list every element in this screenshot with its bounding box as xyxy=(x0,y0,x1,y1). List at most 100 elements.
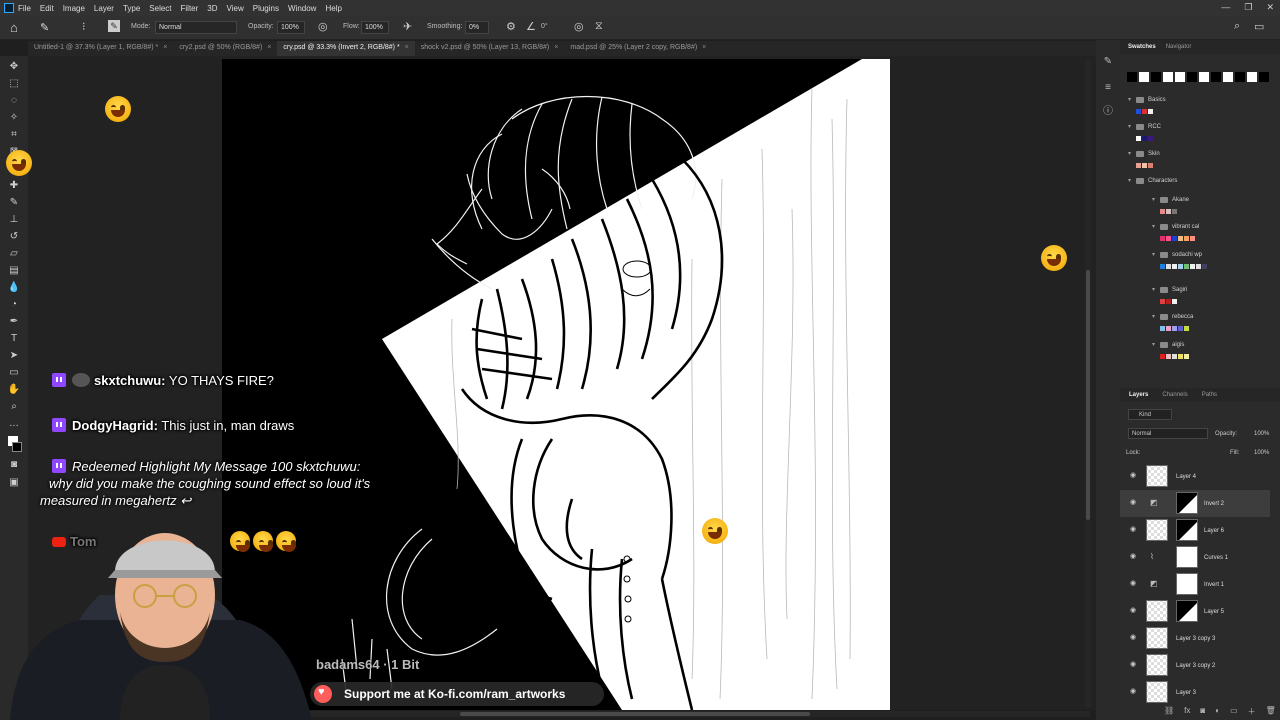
tab-shock-v2[interactable]: shock v2.psd @ 50% (Layer 13, RGB/8#) × xyxy=(415,41,565,56)
eye-icon[interactable]: ◉ xyxy=(1130,526,1138,533)
brush-tool-icon[interactable]: ✎ xyxy=(40,21,49,34)
adjustment-icon[interactable]: ◐ xyxy=(1215,706,1220,717)
swatch[interactable] xyxy=(1178,236,1183,241)
search-icon[interactable]: ⌕ xyxy=(1234,20,1240,33)
hand-tool-icon[interactable]: ✋ xyxy=(6,383,22,397)
fx-icon[interactable]: fx xyxy=(1184,706,1190,717)
workspace-icon[interactable]: ▭ xyxy=(1254,20,1264,33)
swatch[interactable] xyxy=(1166,209,1171,214)
smoothing-input[interactable]: 0% xyxy=(465,21,489,34)
blur-tool-icon[interactable]: 💧 xyxy=(6,281,22,295)
swatch[interactable] xyxy=(1148,136,1153,141)
brush-settings-icon[interactable]: ✎ xyxy=(108,20,120,32)
tab-swatches[interactable]: Swatches xyxy=(1128,44,1156,54)
expand-arrow-icon[interactable]: ▾ xyxy=(1128,150,1131,157)
layer-row[interactable]: ◉ ⌇ Curves 1 xyxy=(1120,544,1270,571)
swatch[interactable] xyxy=(1160,326,1165,331)
layer-mask-thumbnail[interactable] xyxy=(1176,600,1198,622)
quick-mask-icon[interactable]: ◙ xyxy=(6,458,22,472)
new-layer-icon[interactable]: ＋ xyxy=(1248,706,1256,717)
eye-icon[interactable]: ◉ xyxy=(1130,661,1138,668)
swatch[interactable] xyxy=(1196,264,1201,269)
swatch[interactable] xyxy=(1163,72,1173,82)
swatch[interactable] xyxy=(1127,72,1137,82)
swatch[interactable] xyxy=(1202,264,1207,269)
swatch[interactable] xyxy=(1184,326,1189,331)
scrollbar-thumb[interactable] xyxy=(1086,270,1090,520)
pen-tool-icon[interactable]: ✒ xyxy=(6,315,22,329)
menu-file[interactable]: File xyxy=(18,4,31,13)
layer-row[interactable]: ◉ ◩ Invert 1 xyxy=(1120,571,1270,598)
layer-name[interactable]: Curves 1 xyxy=(1204,555,1228,561)
tab-mad[interactable]: mad.psd @ 25% (Layer 2 copy, RGB/8#) × xyxy=(564,41,712,56)
menu-layer[interactable]: Layer xyxy=(94,4,114,13)
lasso-tool-icon[interactable]: ◌ xyxy=(6,94,22,108)
tab-channels[interactable]: Channels xyxy=(1162,392,1187,402)
swatch[interactable] xyxy=(1166,264,1171,269)
swatch[interactable] xyxy=(1190,236,1195,241)
swatch[interactable] xyxy=(1142,136,1147,141)
marquee-tool-icon[interactable]: ⬚ xyxy=(6,77,22,91)
history-brush-tool-icon[interactable]: ↺ xyxy=(6,230,22,244)
tab-navigator[interactable]: Navigator xyxy=(1166,44,1192,54)
swatch[interactable] xyxy=(1142,163,1147,168)
eye-icon[interactable]: ◉ xyxy=(1130,553,1138,560)
maximize-button[interactable]: ❐ xyxy=(1244,2,1252,13)
swatch-group-label[interactable]: Skin xyxy=(1148,151,1160,157)
swatch[interactable] xyxy=(1199,72,1209,82)
tab-cry2[interactable]: cry2.psd @ 50% (RGB/8#) × xyxy=(173,41,277,56)
shape-tool-icon[interactable]: ▭ xyxy=(6,366,22,380)
gradient-tool-icon[interactable]: ▤ xyxy=(6,264,22,278)
layer-name[interactable]: Layer 3 xyxy=(1176,690,1196,696)
more-tools-icon[interactable]: … xyxy=(6,417,22,431)
home-icon[interactable]: ⌂ xyxy=(10,20,18,35)
swatch[interactable] xyxy=(1160,209,1165,214)
zoom-tool-icon[interactable]: ⌕ xyxy=(6,400,22,414)
menu-view[interactable]: View xyxy=(227,4,244,13)
menu-type[interactable]: Type xyxy=(123,4,140,13)
link-icon[interactable]: ⛓ xyxy=(1164,706,1174,717)
menu-edit[interactable]: Edit xyxy=(40,4,54,13)
layer-mask-thumbnail[interactable] xyxy=(1176,492,1198,514)
mode-select[interactable]: Normal xyxy=(155,21,237,34)
healing-tool-icon[interactable]: ✚ xyxy=(6,179,22,193)
swatch[interactable] xyxy=(1172,354,1177,359)
tab-paths[interactable]: Paths xyxy=(1202,392,1217,402)
swatch[interactable] xyxy=(1166,299,1171,304)
move-tool-icon[interactable]: ✥ xyxy=(6,60,22,74)
swatch[interactable] xyxy=(1166,326,1171,331)
swatch[interactable] xyxy=(1211,72,1221,82)
menu-plugins[interactable]: Plugins xyxy=(253,4,279,13)
swatch[interactable] xyxy=(1184,354,1189,359)
swatch-group-label[interactable]: Sagiri xyxy=(1172,287,1187,293)
swatch[interactable] xyxy=(1148,109,1153,114)
swatch[interactable] xyxy=(1166,236,1171,241)
layer-row[interactable]: ◉ Layer 4 xyxy=(1120,463,1270,490)
layer-mask-thumbnail[interactable] xyxy=(1176,519,1198,541)
expand-arrow-icon[interactable]: ▾ xyxy=(1128,123,1131,130)
brush-panel-icon[interactable]: ✎ xyxy=(1102,56,1114,68)
swatch[interactable] xyxy=(1190,264,1195,269)
swatch[interactable] xyxy=(1184,236,1189,241)
expand-arrow-icon[interactable]: ▾ xyxy=(1152,313,1155,320)
tab-untitled-1[interactable]: Untitled-1 @ 37.3% (Layer 1, RGB/8#) * × xyxy=(28,41,173,56)
path-select-tool-icon[interactable]: ➤ xyxy=(6,349,22,363)
dodge-tool-icon[interactable]: ◔ xyxy=(6,298,22,312)
eye-icon[interactable]: ◉ xyxy=(1130,634,1138,641)
group-icon[interactable]: ▭ xyxy=(1230,706,1238,717)
layer-name[interactable]: Layer 6 xyxy=(1204,528,1224,534)
swatch-group-label[interactable]: sodachi wp xyxy=(1172,252,1202,258)
menu-window[interactable]: Window xyxy=(288,4,316,13)
pressure-size-icon[interactable]: ◎ xyxy=(574,20,584,33)
layer-name[interactable]: Layer 3 copy 2 xyxy=(1176,663,1215,669)
swatch[interactable] xyxy=(1178,326,1183,331)
background-color-swatch[interactable] xyxy=(12,442,22,452)
eye-icon[interactable]: ◉ xyxy=(1130,580,1138,587)
swatch-group-label[interactable]: Akane xyxy=(1172,197,1189,203)
tab-close-icon[interactable]: × xyxy=(163,44,167,51)
swatch[interactable] xyxy=(1223,72,1233,82)
swatch[interactable] xyxy=(1172,326,1177,331)
swatch[interactable] xyxy=(1136,136,1141,141)
scrollbar-thumb[interactable] xyxy=(460,712,810,716)
swatch-group-label[interactable]: Basics xyxy=(1148,97,1166,103)
